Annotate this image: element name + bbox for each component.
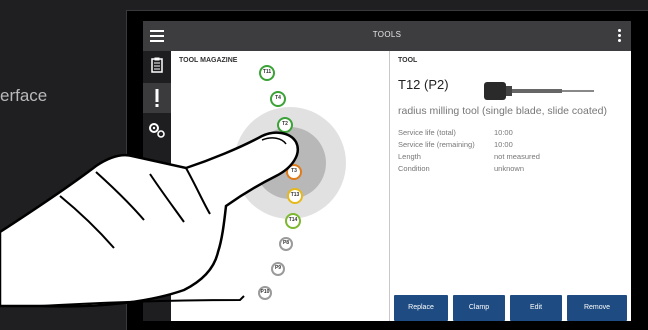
hand-pointer-icon <box>0 131 299 308</box>
